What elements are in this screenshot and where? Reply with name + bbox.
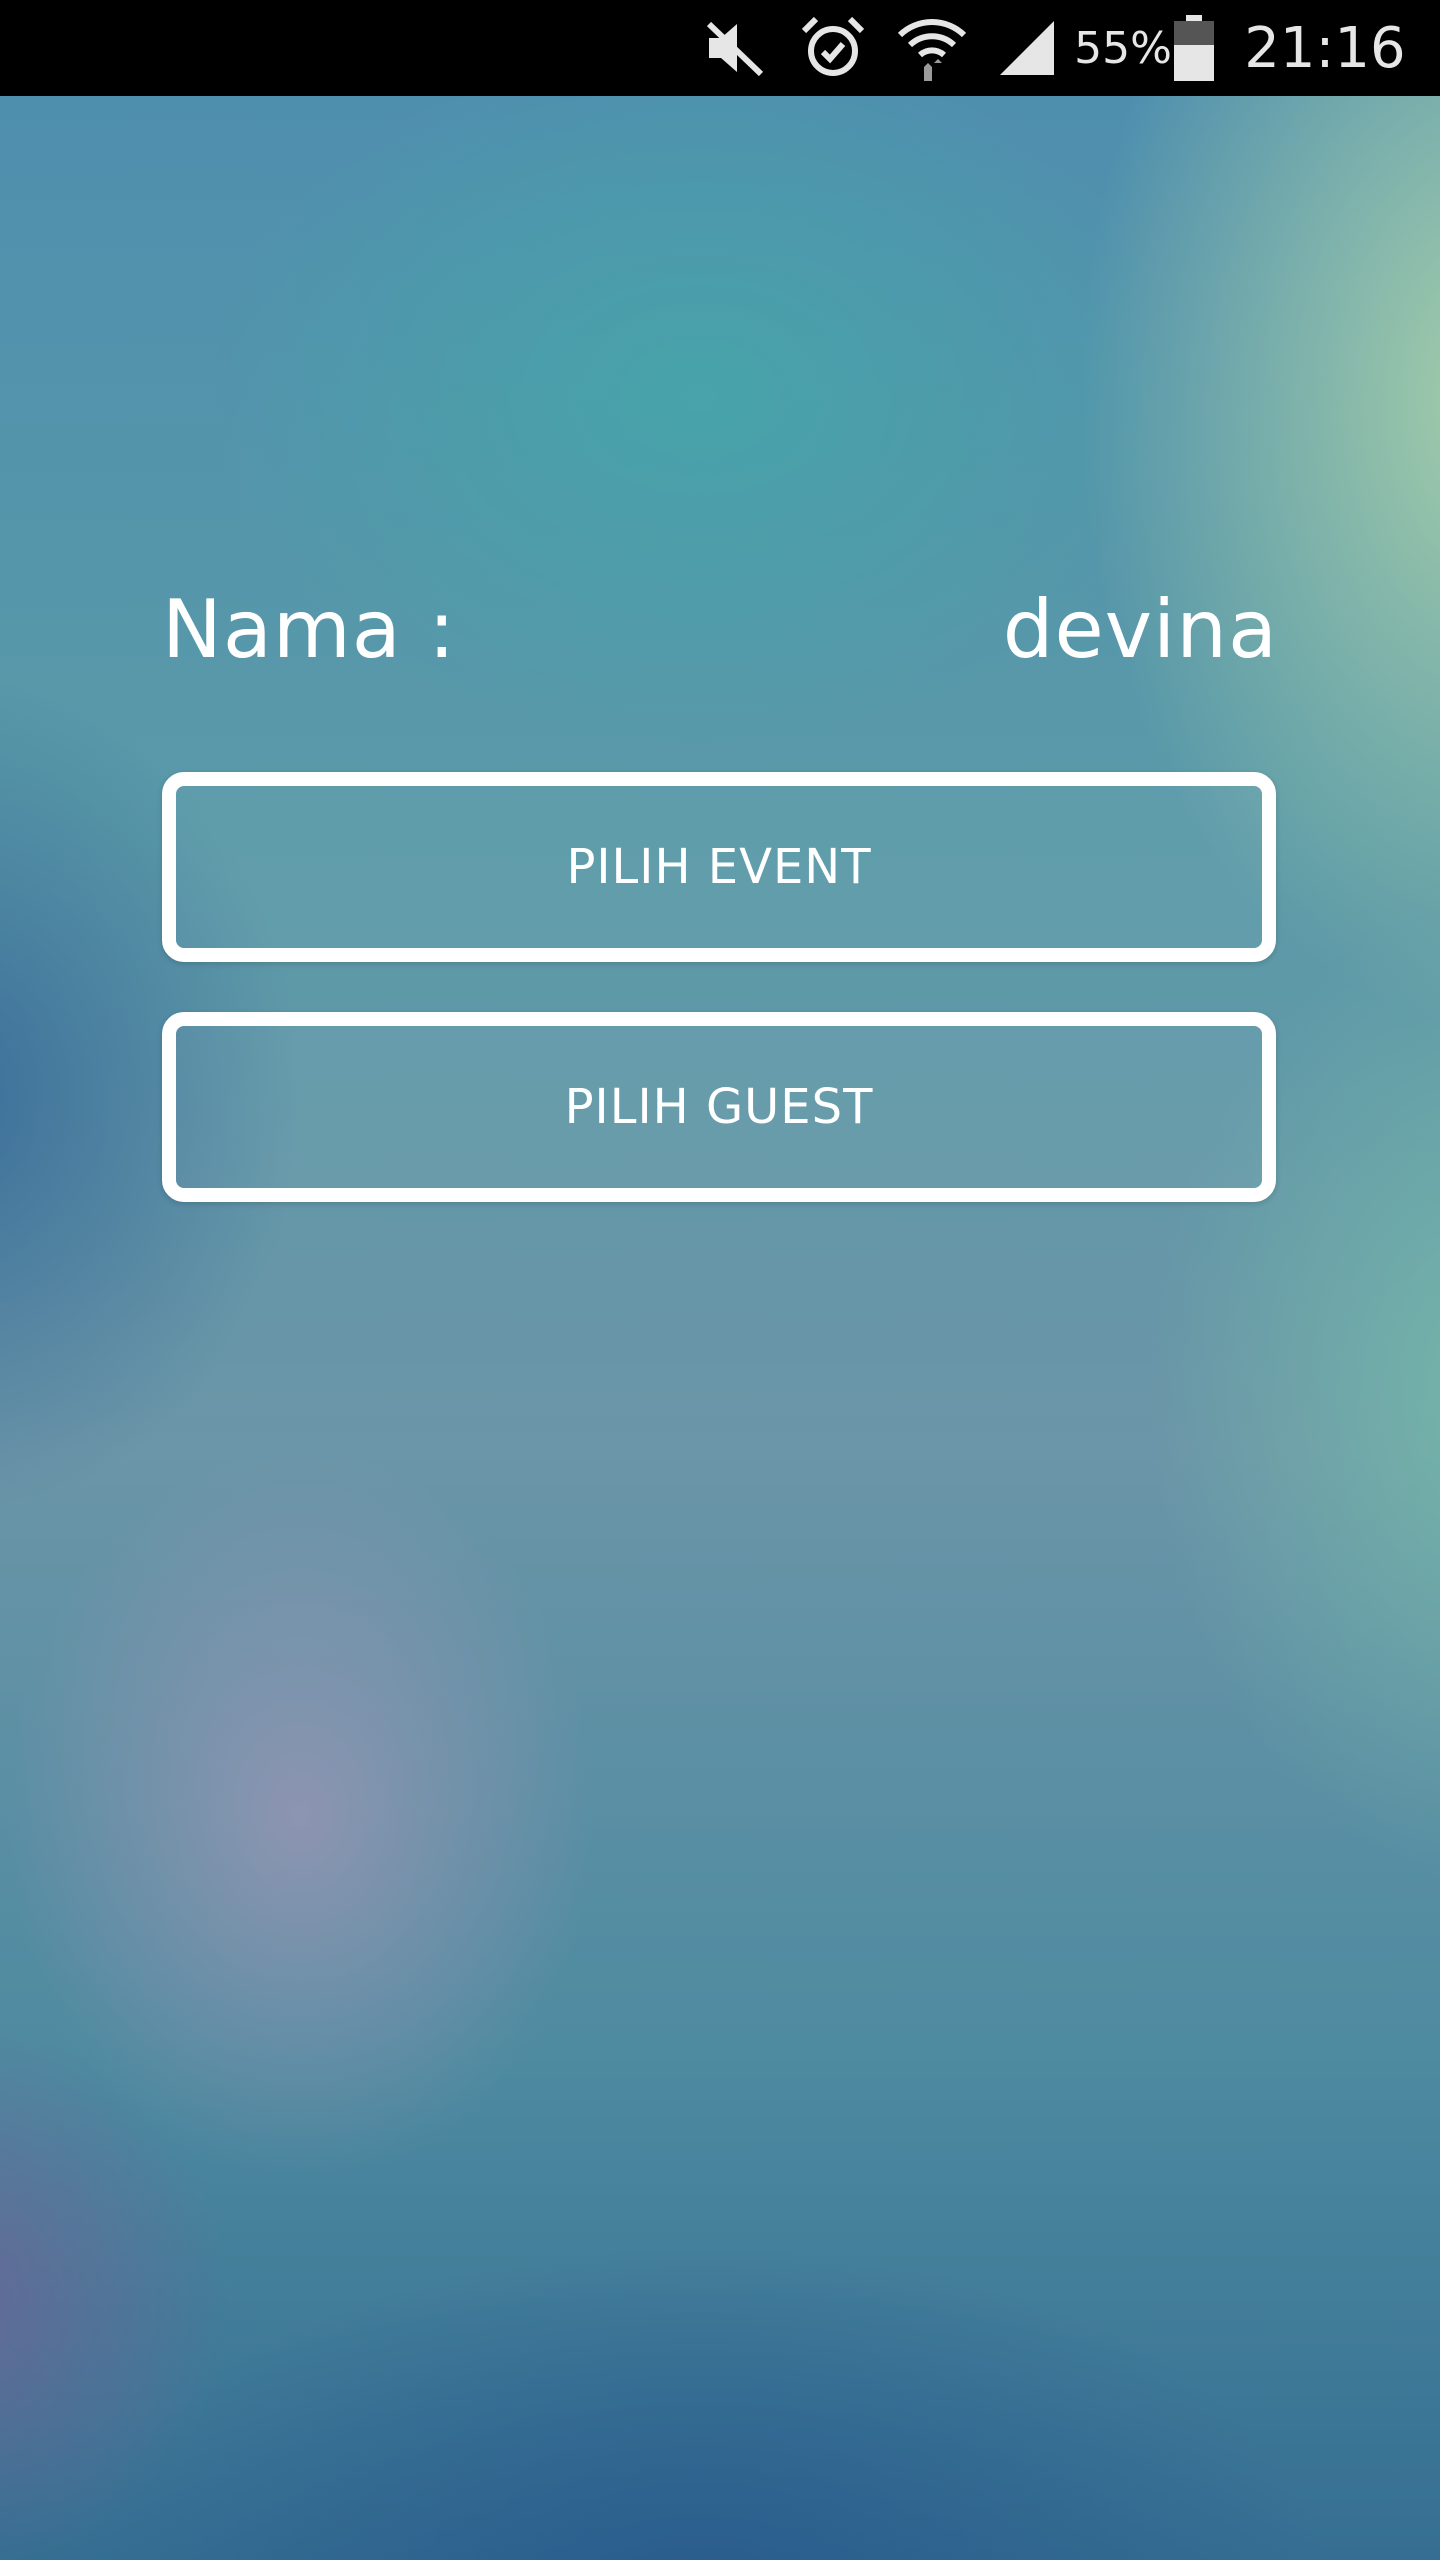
pilih-guest-label: PILIH GUEST [564, 1079, 874, 1135]
pilih-event-label: PILIH EVENT [566, 839, 872, 895]
name-value: devina [1002, 583, 1278, 676]
pilih-event-button[interactable]: PILIH EVENT [162, 772, 1276, 962]
app-screen: 55% 21:16 Nama : devina PILIH EVENT PILI… [0, 0, 1440, 2560]
name-label: Nama : [162, 583, 457, 676]
wifi-icon [896, 0, 968, 96]
battery-icon [1172, 0, 1216, 96]
battery-percent: 55% [1074, 22, 1172, 74]
mute-icon [700, 0, 772, 96]
alarm-icon [798, 0, 868, 96]
gradient-background [0, 96, 1440, 2560]
pilih-guest-button[interactable]: PILIH GUEST [162, 1012, 1276, 1202]
status-clock: 21:16 [1244, 15, 1406, 81]
signal-icon [994, 0, 1060, 96]
status-bar: 55% 21:16 [0, 0, 1440, 96]
